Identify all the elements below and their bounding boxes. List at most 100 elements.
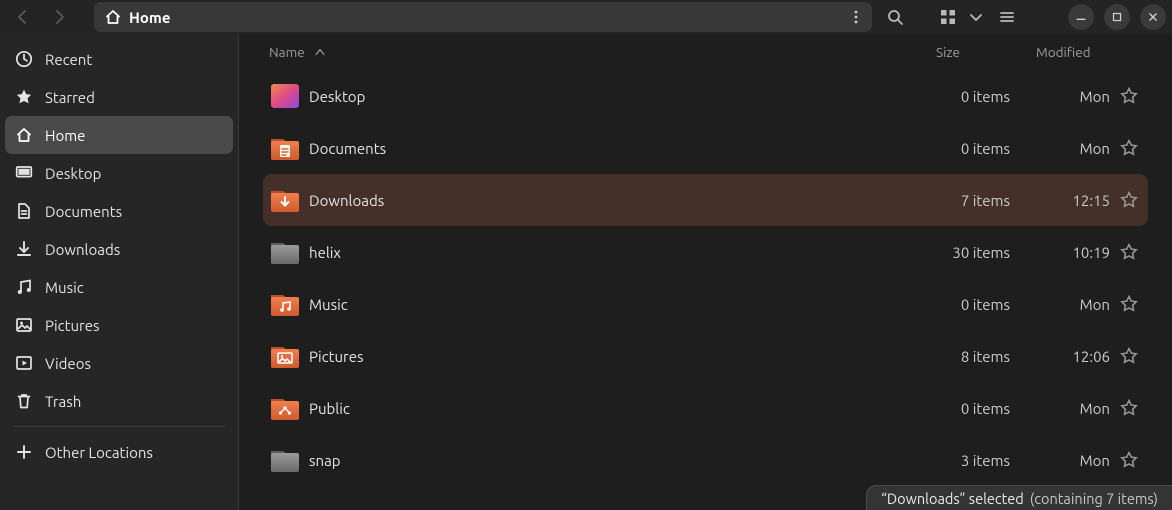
hamburger-menu-button[interactable] bbox=[990, 2, 1024, 32]
star-button[interactable] bbox=[1110, 451, 1148, 469]
file-name: Desktop bbox=[309, 88, 910, 105]
pictures-folder-icon bbox=[269, 340, 301, 372]
folder-icon bbox=[269, 236, 301, 268]
file-size: 30 items bbox=[910, 244, 1010, 261]
file-name: Downloads bbox=[309, 192, 910, 209]
sidebar-item-downloads[interactable]: Downloads bbox=[5, 230, 233, 268]
status-bar: “Downloads” selected (containing 7 items… bbox=[866, 485, 1172, 510]
home-icon bbox=[104, 8, 122, 26]
column-header-modified[interactable]: Modified bbox=[1036, 44, 1091, 60]
file-modified: Mon bbox=[1010, 140, 1110, 157]
column-header-size[interactable]: Size bbox=[936, 44, 960, 60]
file-row[interactable]: Music0 itemsMon bbox=[263, 278, 1148, 330]
window-minimize-button[interactable] bbox=[1068, 4, 1094, 30]
clock-icon bbox=[15, 50, 33, 68]
sidebar-item-trash[interactable]: Trash bbox=[5, 382, 233, 420]
file-size: 0 items bbox=[910, 296, 1010, 313]
music-icon bbox=[15, 278, 33, 296]
star-button[interactable] bbox=[1110, 399, 1148, 417]
sidebar-item-pictures[interactable]: Pictures bbox=[5, 306, 233, 344]
file-size: 3 items bbox=[910, 452, 1010, 469]
file-modified: 12:15 bbox=[1010, 192, 1110, 209]
star-button[interactable] bbox=[1110, 295, 1148, 313]
file-name: snap bbox=[309, 452, 910, 469]
sidebar-item-label: Pictures bbox=[45, 317, 100, 334]
file-row[interactable]: Documents0 itemsMon bbox=[263, 122, 1148, 174]
file-row[interactable]: snap3 itemsMon bbox=[263, 434, 1148, 486]
file-modified: 12:06 bbox=[1010, 348, 1110, 365]
column-headers: Name Size Modified bbox=[239, 34, 1172, 70]
desktop-icon bbox=[15, 164, 33, 182]
file-modified: 10:19 bbox=[1010, 244, 1110, 261]
path-segment-home[interactable]: Home bbox=[94, 2, 182, 32]
pictures-icon bbox=[15, 316, 33, 334]
sidebar-item-desktop[interactable]: Desktop bbox=[5, 154, 233, 192]
sidebar-item-label: Downloads bbox=[45, 241, 120, 258]
sidebar-item-videos[interactable]: Videos bbox=[5, 344, 233, 382]
sidebar-item-label: Other Locations bbox=[45, 444, 153, 461]
star-button[interactable] bbox=[1110, 87, 1148, 105]
search-button[interactable] bbox=[878, 2, 912, 32]
documents-folder-icon bbox=[269, 132, 301, 164]
file-size: 0 items bbox=[910, 400, 1010, 417]
sidebar-item-label: Videos bbox=[45, 355, 91, 372]
sidebar-item-other-locations[interactable]: Other Locations bbox=[5, 433, 233, 471]
window-close-button[interactable] bbox=[1140, 4, 1166, 30]
sidebar-item-documents[interactable]: Documents bbox=[5, 192, 233, 230]
star-icon bbox=[15, 88, 33, 106]
file-row[interactable]: Downloads7 items12:15 bbox=[263, 174, 1148, 226]
file-size: 7 items bbox=[910, 192, 1010, 209]
file-size: 0 items bbox=[910, 88, 1010, 105]
sidebar-item-label: Trash bbox=[45, 393, 81, 410]
file-row[interactable]: Public0 itemsMon bbox=[263, 382, 1148, 434]
sidebar-item-label: Documents bbox=[45, 203, 122, 220]
trash-icon bbox=[15, 392, 33, 410]
downloads-folder-icon bbox=[269, 184, 301, 216]
file-name: Pictures bbox=[309, 348, 910, 365]
sidebar-item-label: Home bbox=[45, 127, 85, 144]
downloads-icon bbox=[15, 240, 33, 258]
star-button[interactable] bbox=[1110, 243, 1148, 261]
titlebar: Home bbox=[0, 0, 1172, 34]
sidebar-item-home[interactable]: Home bbox=[5, 116, 233, 154]
forward-button[interactable] bbox=[42, 2, 76, 32]
file-modified: Mon bbox=[1010, 88, 1110, 105]
file-modified: Mon bbox=[1010, 400, 1110, 417]
file-row[interactable]: helix30 items10:19 bbox=[263, 226, 1148, 278]
home-icon bbox=[15, 126, 33, 144]
sidebar-item-label: Starred bbox=[45, 89, 95, 106]
star-button[interactable] bbox=[1110, 347, 1148, 365]
star-button[interactable] bbox=[1110, 191, 1148, 209]
star-button[interactable] bbox=[1110, 139, 1148, 157]
videos-icon bbox=[15, 354, 33, 372]
path-bar[interactable]: Home bbox=[94, 2, 872, 32]
file-modified: Mon bbox=[1010, 452, 1110, 469]
file-name: Music bbox=[309, 296, 910, 313]
sidebar-item-music[interactable]: Music bbox=[5, 268, 233, 306]
status-subtext: (containing 7 items) bbox=[1030, 490, 1158, 507]
documents-icon bbox=[15, 202, 33, 220]
sidebar-item-starred[interactable]: Starred bbox=[5, 78, 233, 116]
file-modified: Mon bbox=[1010, 296, 1110, 313]
back-button[interactable] bbox=[6, 2, 40, 32]
plus-icon bbox=[15, 443, 33, 461]
file-name: helix bbox=[309, 244, 910, 261]
public-folder-icon bbox=[269, 392, 301, 424]
column-header-name[interactable]: Name bbox=[269, 44, 305, 60]
path-menu-button[interactable] bbox=[840, 2, 872, 32]
sidebar-item-label: Desktop bbox=[45, 165, 101, 182]
file-row[interactable]: Pictures8 items12:06 bbox=[263, 330, 1148, 382]
status-text: “Downloads” selected bbox=[881, 490, 1024, 507]
music-folder-icon bbox=[269, 288, 301, 320]
path-label: Home bbox=[129, 9, 170, 26]
file-size: 0 items bbox=[910, 140, 1010, 157]
desktop-folder-icon bbox=[269, 80, 301, 112]
sidebar-item-label: Music bbox=[45, 279, 84, 296]
file-name: Documents bbox=[309, 140, 910, 157]
file-row[interactable]: Desktop0 itemsMon bbox=[263, 70, 1148, 122]
window-maximize-button[interactable] bbox=[1104, 4, 1130, 30]
view-grid-button[interactable] bbox=[934, 2, 962, 32]
sidebar-item-recent[interactable]: Recent bbox=[5, 40, 233, 78]
view-options-button[interactable] bbox=[964, 2, 988, 32]
file-view: Name Size Modified Desktop0 itemsMonDocu… bbox=[239, 34, 1172, 510]
